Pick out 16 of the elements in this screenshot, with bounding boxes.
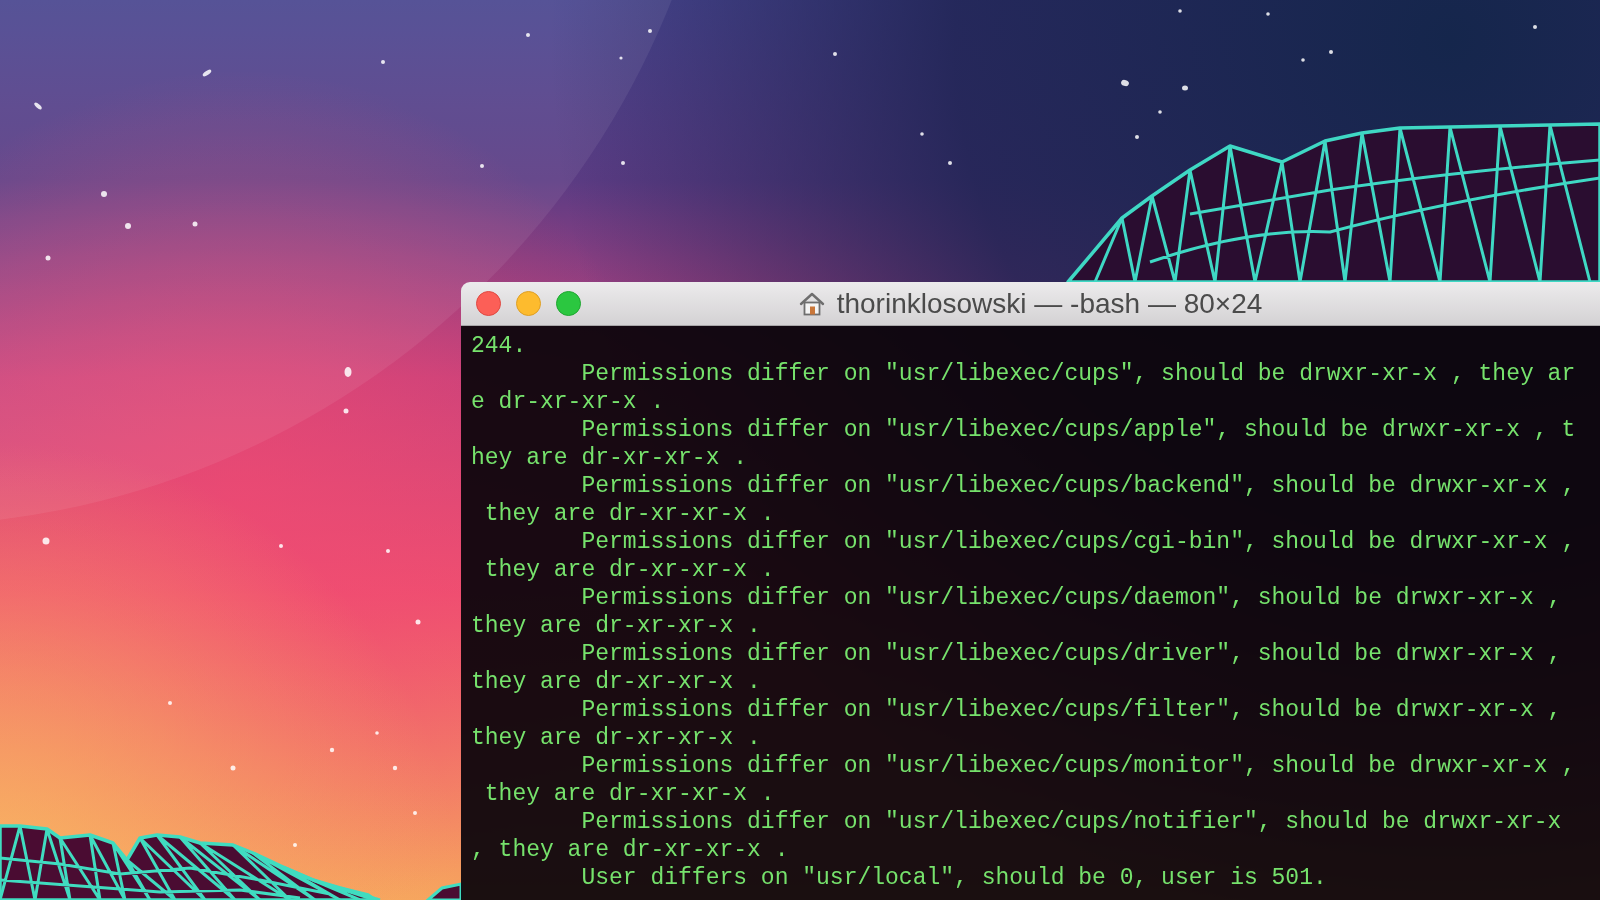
house-icon	[798, 291, 825, 316]
terminal-line: 244.	[471, 332, 527, 360]
terminal-line: Permissions differ on "usr/libexec/cups/filter", should be drwxr-xr-x , they are dr-xr-xr-x .	[471, 696, 1563, 752]
close-button[interactable]	[476, 291, 501, 316]
terminal-line: User differs on "usr/local", should be 0, user is 501.	[580, 864, 1327, 892]
zoom-button[interactable]	[556, 291, 581, 316]
window-title: thorinklosowski — -bash — 80×24	[836, 286, 1263, 321]
terminal-line: Permissions differ on "usr/libexec/cups/notifier", should be drwxr-xr-x , they are dr-xr-xr-x .	[471, 808, 1563, 864]
terminal-line: Permissions differ on "usr/libexec/cups/cgi-bin", should be drwxr-xr-x , they are dr-xr-xr-x .	[483, 528, 1577, 584]
terminal-line: Permissions differ on "usr/libexec/cups/backend", should be drwxr-xr-x , they are dr-xr-xr-x .	[483, 472, 1577, 528]
terminal-line: Permissions differ on "usr/libexec/cups", should be drwxr-xr-x , they are dr-xr-xr-x .	[471, 360, 1577, 416]
terminal-line: Permissions differ on "usr/libexec/cups/driver", should be drwxr-xr-x , they are dr-xr-xr-x .	[471, 640, 1563, 696]
terminal-line: Permissions differ on "usr/libexec/cups/daemon", should be drwxr-xr-x , they are dr-xr-xr-x .	[471, 584, 1563, 640]
terminal-line: Permissions differ on "usr/libexec/cups/apple", should be drwxr-xr-x , they are dr-xr-xr-x .	[471, 416, 1577, 472]
minimize-button[interactable]	[516, 291, 541, 316]
terminal-line: Permissions differ on "usr/libexec/cups/monitor", should be drwxr-xr-x , they are dr-xr-xr-x .	[483, 752, 1577, 808]
